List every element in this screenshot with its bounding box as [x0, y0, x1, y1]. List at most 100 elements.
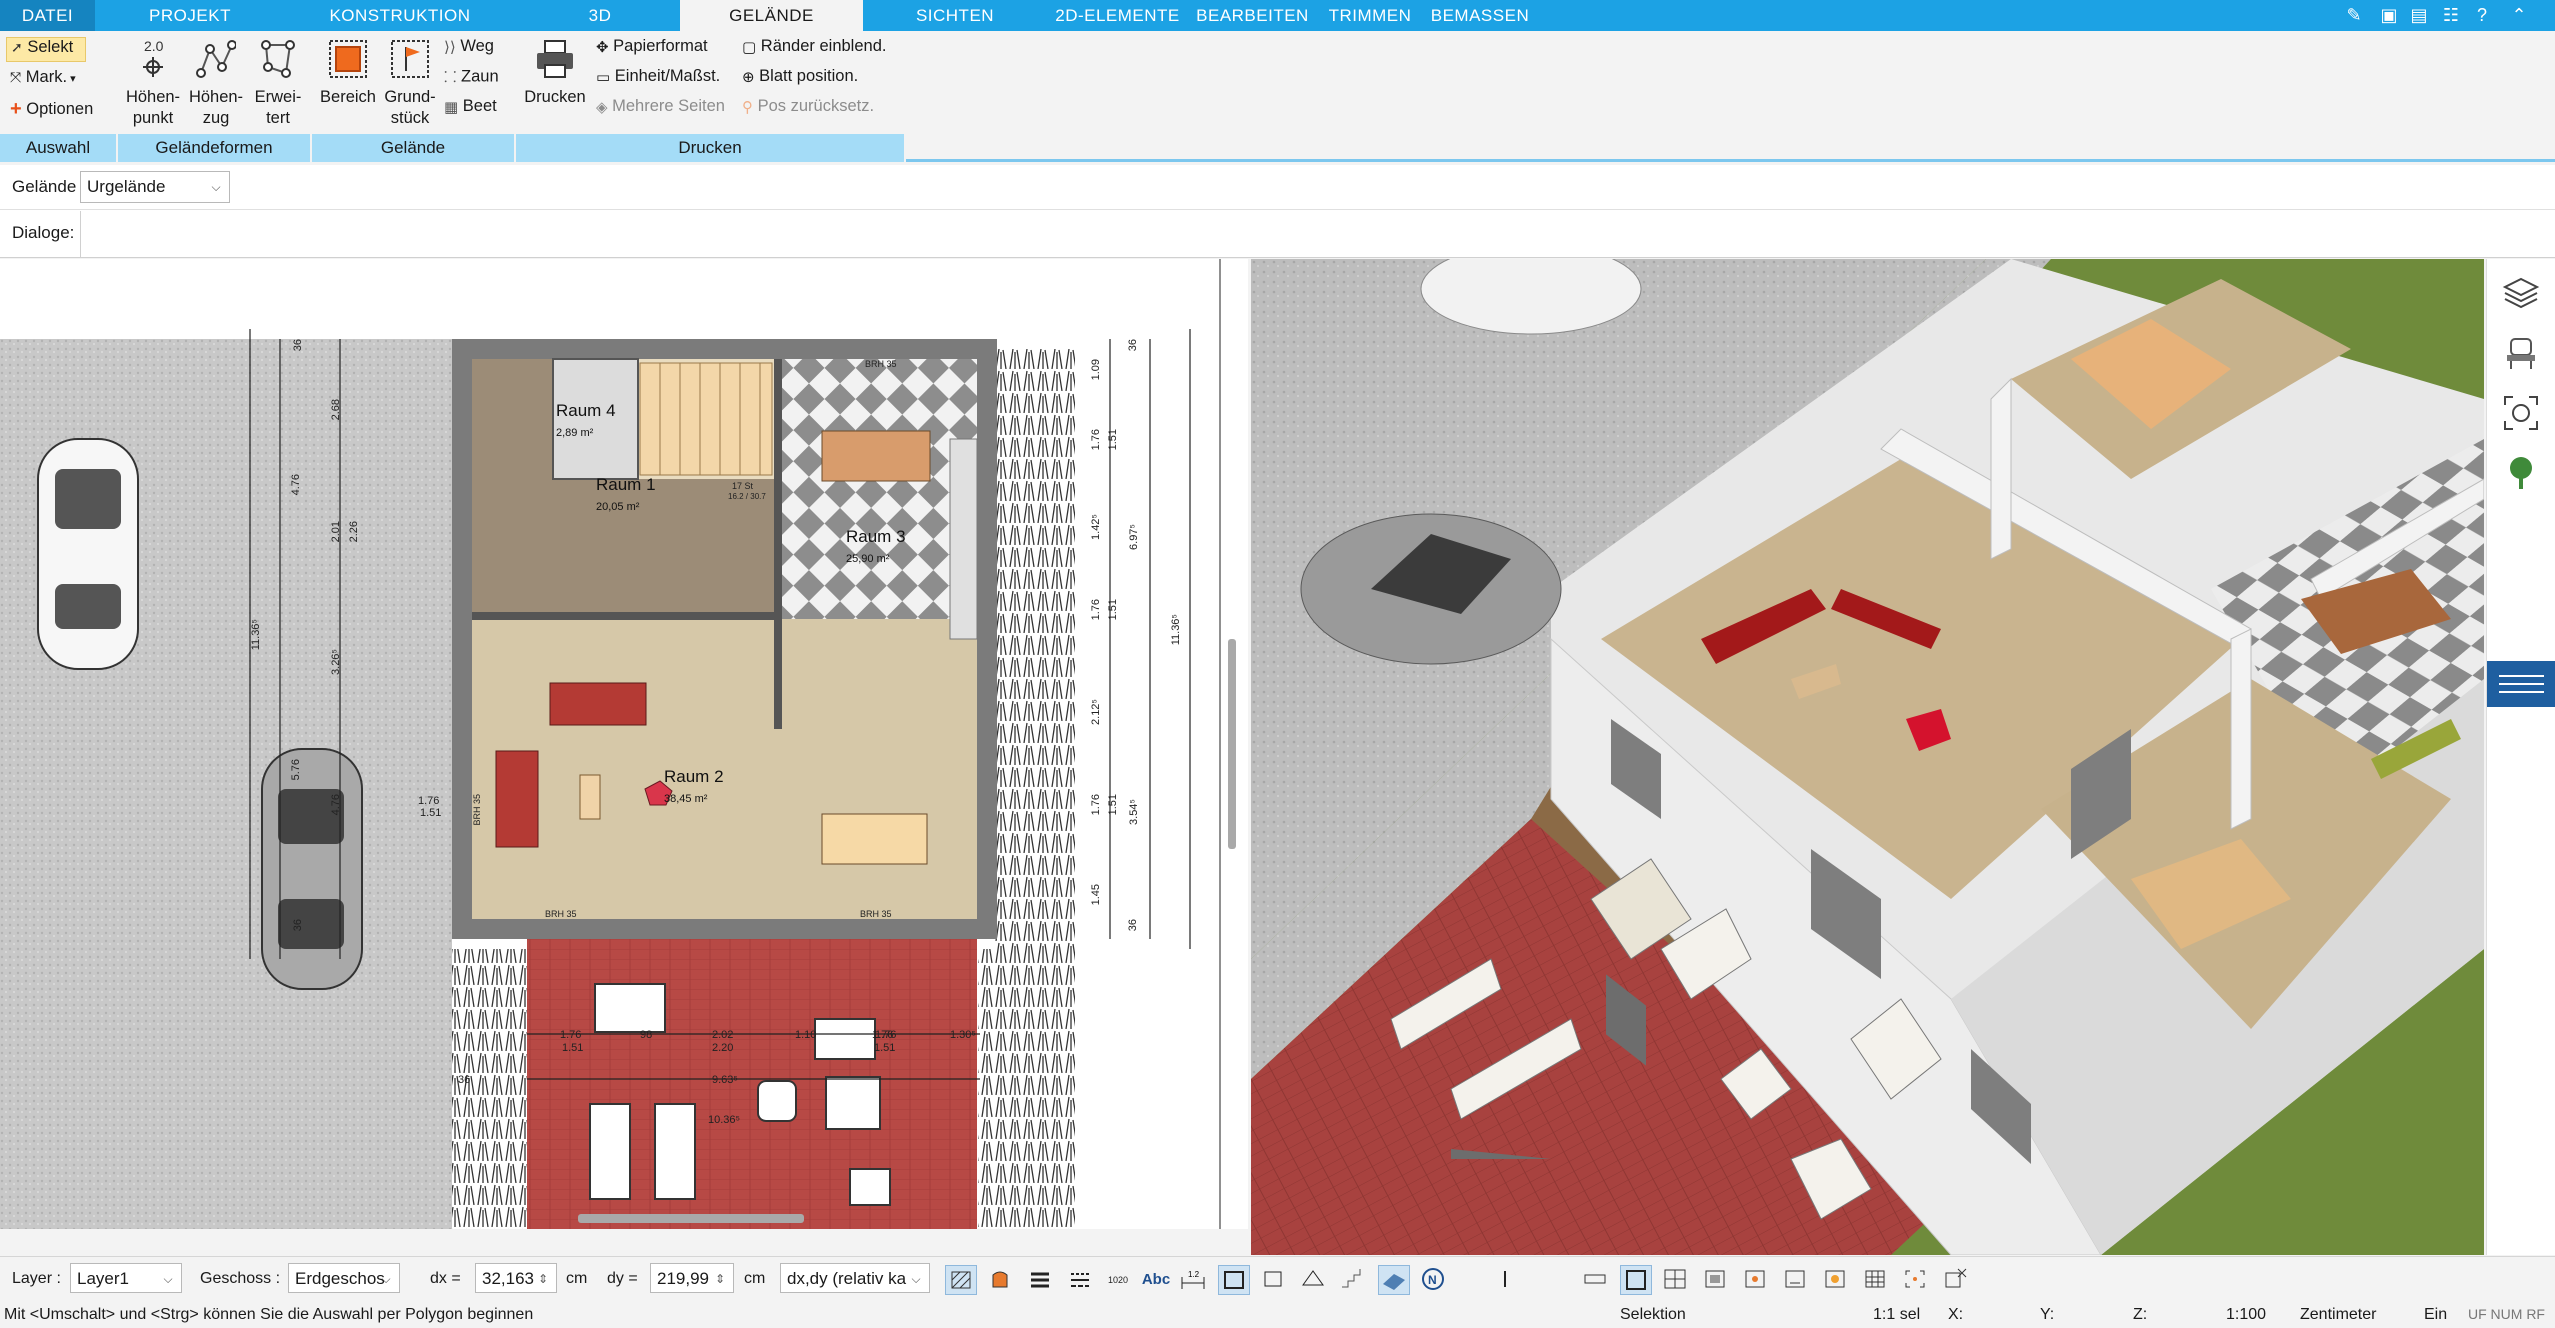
- tree-icon[interactable]: [2501, 453, 2541, 493]
- group-label-drucken: Drucken: [516, 134, 906, 162]
- plan-horizontal-scrollbar[interactable]: [578, 1214, 804, 1223]
- collapse-ribbon-icon[interactable]: ⌃: [2505, 2, 2533, 29]
- dim-right-6: 6.97⁵: [1128, 524, 1140, 550]
- optionen-button[interactable]: + Optionen: [10, 98, 93, 121]
- menu-bar: DATEI PROJEKT KONSTRUKTION 3D GELÄNDE SI…: [0, 0, 2555, 31]
- dx-input[interactable]: 32,163 ⇕: [475, 1263, 557, 1293]
- text-tool-icon[interactable]: Abc: [1140, 1265, 1172, 1295]
- info-icon[interactable]: [1490, 1265, 1522, 1295]
- mehrere-seiten-button[interactable]: ◈ Mehrere Seiten: [596, 97, 725, 116]
- stepper-icon: ⇕: [714, 1272, 726, 1286]
- hoehenzug-button[interactable]: Höhen-zug: [186, 37, 246, 129]
- selection-count: 1:1 sel: [1873, 1306, 1921, 1323]
- snap-angle-icon[interactable]: [1298, 1265, 1330, 1295]
- einheit-button[interactable]: ▭ Einheit/Maßst.: [596, 67, 720, 86]
- dialoge-label: Dialoge:: [12, 223, 75, 242]
- tab-projekt[interactable]: PROJEKT: [135, 0, 245, 31]
- blatt-position-button[interactable]: ⊕ Blatt position.: [742, 67, 858, 86]
- tab-2d-elemente[interactable]: 2D-ELEMENTE: [1050, 0, 1185, 31]
- car-top: [37, 438, 139, 670]
- fill-icon[interactable]: [985, 1265, 1017, 1295]
- tab-gelaende[interactable]: GELÄNDE: [680, 0, 863, 31]
- brh-label-4: BRH 35: [472, 794, 482, 826]
- raender-button[interactable]: ▢ Ränder einblend.: [742, 37, 886, 56]
- line-weight-icon[interactable]: [1025, 1265, 1057, 1295]
- snap-object-icon[interactable]: [1218, 1265, 1250, 1295]
- hatch-icon[interactable]: [945, 1265, 977, 1295]
- layers-icon[interactable]: [2501, 273, 2541, 313]
- dy-input[interactable]: 219,99 ⇕: [650, 1263, 734, 1293]
- hamburger-icon[interactable]: [2487, 661, 2555, 707]
- mode-text: Selektion: [1620, 1306, 1686, 1323]
- 3d-render: [1251, 259, 2484, 1255]
- hoehenpunkt-button[interactable]: 2.0 Höhen-punkt: [123, 37, 183, 129]
- tab-bemassen[interactable]: BEMASSEN: [1425, 0, 1535, 31]
- dimension-text-icon[interactable]: 1020: [1105, 1265, 1137, 1295]
- north-icon[interactable]: N: [1418, 1265, 1450, 1295]
- tools-icon[interactable]: ✎: [2340, 2, 2368, 29]
- tab-bearbeiten[interactable]: BEARBEITEN: [1195, 0, 1310, 31]
- view-close-icon[interactable]: [1940, 1265, 1972, 1295]
- dim-left-10: 36: [292, 919, 304, 932]
- help-icon[interactable]: ?: [2468, 2, 2496, 29]
- grundstueck-button[interactable]: Grund-stück: [378, 37, 442, 129]
- selekt-button[interactable]: ➚ Selekt: [6, 37, 86, 62]
- chair-icon[interactable]: [2501, 333, 2541, 373]
- view-rooms-icon[interactable]: [1660, 1265, 1692, 1295]
- dim-door-2: 1.51: [420, 807, 442, 819]
- tab-trimmen[interactable]: TRIMMEN: [1320, 0, 1420, 31]
- view-zoom-icon[interactable]: [1900, 1265, 1932, 1295]
- view-plan-icon[interactable]: [1620, 1265, 1652, 1295]
- view-light-icon[interactable]: [1820, 1265, 1852, 1295]
- tab-datei[interactable]: DATEI: [0, 0, 95, 31]
- view-image-icon[interactable]: [1740, 1265, 1772, 1295]
- printer-icon: [537, 40, 573, 78]
- tab-3d[interactable]: 3D: [570, 0, 630, 31]
- tab-konstruktion[interactable]: KONSTRUKTION: [320, 0, 480, 31]
- zaun-button[interactable]: ⸬ Zaun: [444, 67, 499, 87]
- layer-select[interactable]: Layer1 ⌵: [70, 1263, 182, 1293]
- coord-z: Z:: [2133, 1306, 2148, 1323]
- dim-right-12: 1.51: [1107, 794, 1119, 816]
- pos-zuruecksetzen-button[interactable]: ⚲ Pos zurücksetz.: [742, 97, 874, 116]
- dim-bottom-9: 9.63⁵: [712, 1074, 738, 1086]
- plan-vertical-scrollbar[interactable]: [1228, 639, 1236, 849]
- terrain-3d-icon[interactable]: [1378, 1265, 1410, 1295]
- dim-bottom-6: 1.10: [795, 1029, 817, 1041]
- options-bar: Gelände Urgelände ⌵ Dialoge:: [0, 165, 2555, 258]
- view-grid-icon[interactable]: [1860, 1265, 1892, 1295]
- dimension-icon[interactable]: 1.2: [1178, 1265, 1210, 1295]
- dim-bottom-5: 2.20: [712, 1042, 734, 1054]
- view-furniture-icon[interactable]: [1700, 1265, 1732, 1295]
- dim-bottom-10: 10.36⁵: [708, 1114, 741, 1126]
- dim-right-14: 1.45: [1090, 884, 1102, 906]
- tab-sichten[interactable]: SICHTEN: [905, 0, 1005, 31]
- drucken-button[interactable]: Drucken: [520, 37, 590, 108]
- snap-corner-icon[interactable]: [1258, 1265, 1290, 1295]
- stairs-icon[interactable]: [1338, 1265, 1370, 1295]
- beet-button[interactable]: ▦ Beet: [444, 97, 497, 116]
- line-style-icon[interactable]: [1065, 1265, 1097, 1295]
- view-wall-icon[interactable]: [1580, 1265, 1612, 1295]
- papierformat-button[interactable]: ✥ Papierformat: [596, 37, 708, 56]
- view-dim-icon[interactable]: [1780, 1265, 1812, 1295]
- right-sidebar: [2486, 259, 2555, 1255]
- dim-door-4: 1.51: [874, 1042, 896, 1054]
- folder-icon[interactable]: ▣: [2375, 2, 2403, 29]
- focus-icon[interactable]: [2501, 393, 2541, 433]
- clipboard-icon[interactable]: ▤: [2405, 2, 2433, 29]
- status-message: Mit <Umschalt> und <Strg> können Sie die…: [4, 1306, 534, 1323]
- gelaende-select[interactable]: Urgelände ⌵: [80, 171, 230, 203]
- geschoss-select[interactable]: Erdgeschos ⌵: [288, 1263, 400, 1293]
- mark-button[interactable]: ⤧ Mark. ▾: [10, 68, 76, 87]
- weg-button[interactable]: ⟩⟩ Weg: [444, 37, 494, 56]
- bereich-button[interactable]: Bereich: [316, 37, 380, 108]
- floor-plan-view[interactable]: Raum 4 2,89 m² Raum 1 20,05 m² Raum 3 25,90…: [0, 259, 1248, 1229]
- erweitert-button[interactable]: Erwei-tert: [248, 37, 308, 129]
- toolbar-icon[interactable]: ☷: [2437, 2, 2465, 29]
- message-bar: Mit <Umschalt> und <Strg> können Sie die…: [0, 1301, 2555, 1328]
- dim-bottom-1: 1.76: [560, 1029, 582, 1041]
- coordinate-mode-select[interactable]: dx,dy (relativ ka ⌵: [780, 1263, 930, 1293]
- dim-bottom-8: 1.30⁵: [950, 1029, 976, 1041]
- 3d-view[interactable]: [1251, 259, 2484, 1255]
